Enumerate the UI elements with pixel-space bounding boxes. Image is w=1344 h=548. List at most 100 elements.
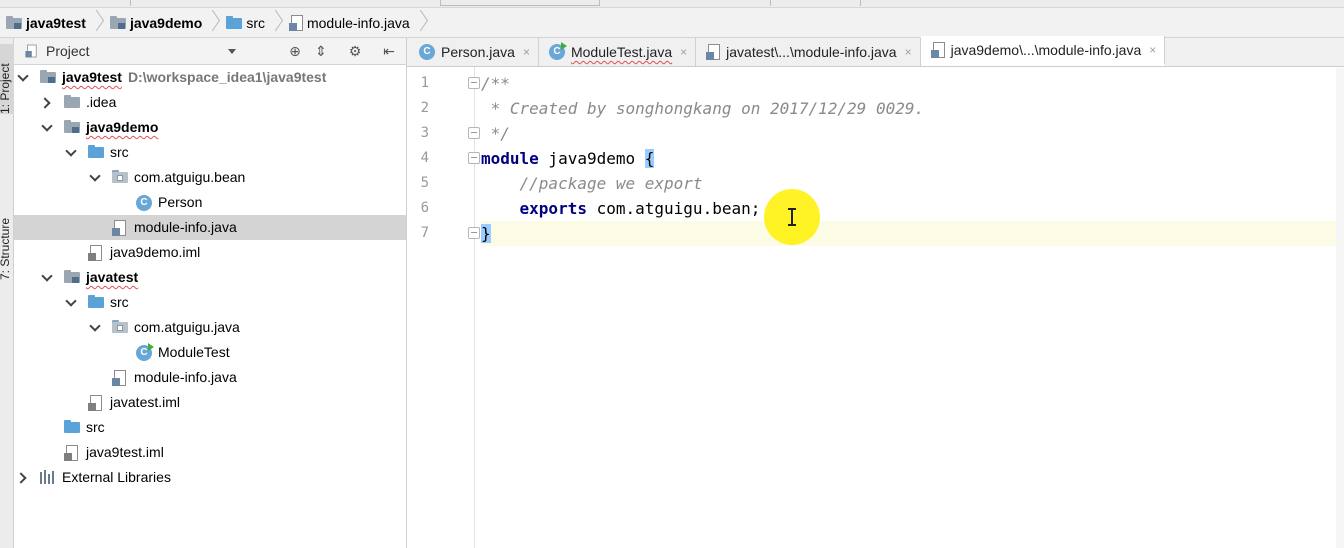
code-line[interactable]: module java9demo { [481, 146, 1344, 171]
chevron-down-icon[interactable] [66, 147, 76, 157]
breadcrumb-label: src [246, 14, 265, 31]
tree-node[interactable]: javatest [14, 265, 406, 290]
tree-node-name: java9demo [86, 119, 159, 135]
tree-node[interactable]: External Libraries [14, 465, 406, 490]
line-number: 3 [420, 125, 429, 141]
tree-node-name: com.atguigu.bean [134, 169, 246, 185]
project-panel-title[interactable]: Project [46, 43, 90, 59]
editor-tab-label: javatest\...\module-info.java [726, 44, 897, 60]
tree-node[interactable]: javatest.iml [14, 390, 406, 415]
comment-text: */ [481, 124, 510, 143]
tree-node-name: ModuleTest [158, 344, 230, 360]
tree-node[interactable]: C Person [14, 190, 406, 215]
tree-node[interactable]: src [14, 290, 406, 315]
fold-marker-icon[interactable] [468, 227, 480, 239]
breadcrumb-item[interactable]: java9demo [106, 8, 222, 38]
code-line[interactable]: //package we export [481, 171, 1344, 196]
project-view-icon [25, 44, 37, 58]
line-number-gutter: 1 2 3 4 5 6 7 [407, 67, 480, 548]
code-line[interactable]: */ [481, 121, 1344, 146]
tree-node[interactable]: java9test.iml [14, 440, 406, 465]
chevron-right-icon[interactable] [18, 473, 28, 483]
code-line[interactable]: } [481, 221, 1344, 246]
module-folder-icon [64, 120, 80, 133]
tree-node-name: javatest [86, 269, 139, 285]
tree-node[interactable]: src [14, 140, 406, 165]
tree-node[interactable]: .idea [14, 90, 406, 115]
breadcrumb-item[interactable]: src [222, 8, 285, 38]
line-number: 7 [420, 225, 429, 241]
hide-panel-icon[interactable]: ⇤ [380, 42, 398, 60]
chevron-down-icon[interactable] [90, 172, 100, 182]
tree-node-label: External Libraries [62, 469, 171, 485]
java-file-icon [112, 370, 126, 386]
left-tool-strip: 1: Project 7: Structure [0, 38, 16, 548]
editor-tab[interactable]: java9demo\...\module-info.java × [920, 36, 1166, 66]
comment-text: /** [481, 74, 510, 93]
chevron-down-icon[interactable] [42, 272, 52, 282]
comment-text: * Created by songhongkang on 2017/12/29 … [481, 99, 925, 118]
package-icon [112, 170, 128, 183]
close-tab-icon[interactable]: × [905, 45, 912, 59]
tree-node[interactable]: java9demo [14, 115, 406, 140]
tree-node[interactable]: java9test D:\workspace_idea1\java9test [14, 65, 406, 90]
fold-marker-icon[interactable] [468, 77, 480, 89]
fold-marker-icon[interactable] [468, 127, 480, 139]
chevron-right-icon[interactable] [42, 98, 52, 108]
tree-node[interactable]: com.atguigu.bean [14, 165, 406, 190]
code-line[interactable]: /** [481, 71, 1344, 96]
tree-node-name: src [110, 294, 129, 310]
breadcrumb-item[interactable]: java9test [2, 8, 106, 38]
source-folder-icon [64, 420, 80, 433]
breadcrumb-separator-icon [92, 8, 100, 38]
editor-area: C Person.java × C ModuleTest.java × javatest\.… [407, 36, 1344, 548]
iml-file-icon [88, 395, 102, 411]
package-icon [112, 320, 128, 333]
close-tab-icon[interactable]: × [1149, 43, 1156, 57]
line-number: 2 [420, 100, 429, 116]
breadcrumb-label: java9demo [129, 14, 203, 31]
tree-node[interactable]: src [14, 415, 406, 440]
toolbar-divider [860, 0, 861, 6]
editor-tab[interactable]: C ModuleTest.java × [539, 38, 697, 66]
tree-node-name: External Libraries [62, 469, 171, 485]
collapse-all-icon[interactable]: ⇕ [312, 42, 330, 60]
tree-node-name: com.atguigu.java [134, 319, 240, 335]
breadcrumb-separator-icon [271, 8, 279, 38]
tree-node[interactable]: com.atguigu.java [14, 315, 406, 340]
project-panel-header: Project ⊕ ⇕ ⚙ ⇤ [14, 38, 406, 65]
code-token: com.atguigu.bean; [586, 199, 761, 218]
run-config-selector[interactable] [440, 0, 600, 6]
keyword-token: module [481, 149, 539, 168]
tree-node-name: src [86, 419, 105, 435]
tree-node[interactable]: module-info.java [14, 365, 406, 390]
scroll-from-source-icon[interactable]: ⊕ [286, 42, 304, 60]
iml-file-icon [88, 245, 102, 261]
editor-tab[interactable]: javatest\...\module-info.java × [696, 38, 921, 66]
code-line[interactable]: exports com.atguigu.bean; [481, 196, 1344, 221]
fold-marker-icon[interactable] [468, 152, 480, 164]
editor-tab[interactable]: C Person.java × [409, 38, 539, 66]
tree-node-name: java9test.iml [86, 444, 164, 460]
breadcrumb-item[interactable]: module-info.java [285, 8, 430, 38]
tree-node-label: src [110, 144, 129, 160]
close-tab-icon[interactable]: × [523, 45, 530, 59]
breadcrumb-label: module-info.java [306, 14, 410, 31]
module-folder-icon [40, 70, 56, 83]
tree-node[interactable]: java9demo.iml [14, 240, 406, 265]
editor-scrollbar[interactable] [1336, 68, 1344, 548]
chevron-down-icon[interactable] [90, 322, 100, 332]
view-mode-dropdown-icon[interactable] [228, 49, 236, 54]
settings-gear-icon[interactable]: ⚙ [346, 42, 364, 60]
code-line[interactable]: * Created by songhongkang on 2017/12/29 … [481, 96, 1344, 121]
chevron-down-icon[interactable] [18, 72, 28, 82]
line-number: 5 [420, 175, 429, 191]
matched-brace: { [644, 149, 655, 168]
chevron-down-icon[interactable] [42, 122, 52, 132]
tree-node[interactable]: module-info.java [14, 215, 406, 240]
project-panel: Project ⊕ ⇕ ⚙ ⇤ java9test D:\workspace_id… [14, 38, 407, 548]
chevron-down-icon[interactable] [66, 297, 76, 307]
tree-node[interactable]: C ModuleTest [14, 340, 406, 365]
close-tab-icon[interactable]: × [680, 45, 687, 59]
code-editor[interactable]: /** * Created by songhongkang on 2017/12… [481, 67, 1344, 548]
